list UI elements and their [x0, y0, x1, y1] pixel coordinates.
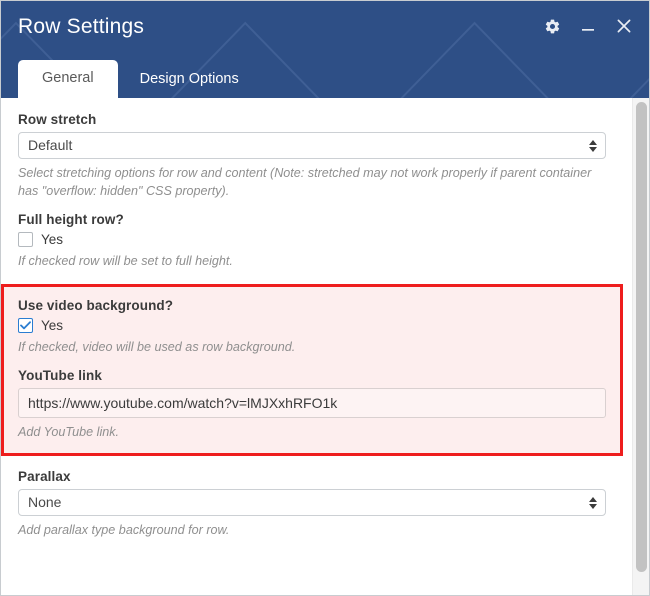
youtube-link-hint: Add YouTube link. [18, 424, 606, 442]
youtube-link-label: YouTube link [18, 368, 606, 383]
field-use-video-background: Use video background? Yes If checked, vi… [18, 298, 606, 357]
use-video-background-hint: If checked, video will be used as row ba… [18, 339, 606, 357]
minimize-icon[interactable] [577, 14, 599, 38]
parallax-value: None [28, 494, 61, 510]
chevron-updown-icon [589, 140, 597, 152]
close-icon[interactable] [613, 14, 635, 38]
gear-icon[interactable] [541, 14, 563, 38]
youtube-link-input[interactable]: https://www.youtube.com/watch?v=lMJXxhRF… [18, 388, 606, 418]
tab-design-options[interactable]: Design Options [118, 62, 261, 98]
use-video-background-checkbox[interactable] [18, 318, 33, 333]
tab-general[interactable]: General [18, 60, 118, 98]
window-titlebar: Row Settings General [1, 1, 649, 98]
parallax-select[interactable]: None [18, 489, 606, 516]
settings-content: Row stretch Default Select stretching op… [1, 98, 649, 596]
use-video-background-label: Use video background? [18, 298, 606, 313]
field-row-stretch: Row stretch Default Select stretching op… [1, 112, 623, 201]
scrollbar-thumb[interactable] [636, 102, 647, 572]
field-youtube-link: YouTube link https://www.youtube.com/wat… [18, 368, 606, 442]
video-background-highlight: Use video background? Yes If checked, vi… [1, 284, 623, 457]
row-stretch-label: Row stretch [18, 112, 606, 127]
full-height-row-checkbox-row[interactable]: Yes [18, 232, 606, 247]
chevron-updown-icon [589, 497, 597, 509]
row-stretch-select[interactable]: Default [18, 132, 606, 159]
page-title: Row Settings [18, 15, 144, 39]
window-controls [541, 14, 635, 38]
checkmark-icon [20, 321, 31, 330]
row-stretch-value: Default [28, 137, 72, 153]
full-height-row-checkbox[interactable] [18, 232, 33, 247]
parallax-label: Parallax [18, 469, 606, 484]
field-parallax: Parallax None Add parallax type backgrou… [1, 469, 623, 540]
full-height-row-checkbox-label: Yes [41, 232, 63, 247]
tab-general-label: General [42, 70, 94, 86]
settings-form: Row stretch Default Select stretching op… [1, 98, 623, 540]
tab-bar: General Design Options [18, 60, 261, 98]
full-height-row-hint: If checked row will be set to full heigh… [18, 253, 606, 271]
full-height-row-label: Full height row? [18, 212, 606, 227]
field-full-height-row: Full height row? Yes If checked row will… [1, 212, 623, 271]
parallax-hint: Add parallax type background for row. [18, 522, 606, 540]
tab-design-options-label: Design Options [140, 71, 239, 87]
use-video-background-checkbox-label: Yes [41, 318, 63, 333]
row-stretch-hint: Select stretching options for row and co… [18, 165, 606, 201]
content-scrollbar[interactable] [632, 98, 649, 596]
row-settings-window: Row Settings General [0, 0, 650, 596]
use-video-background-checkbox-row[interactable]: Yes [18, 318, 606, 333]
